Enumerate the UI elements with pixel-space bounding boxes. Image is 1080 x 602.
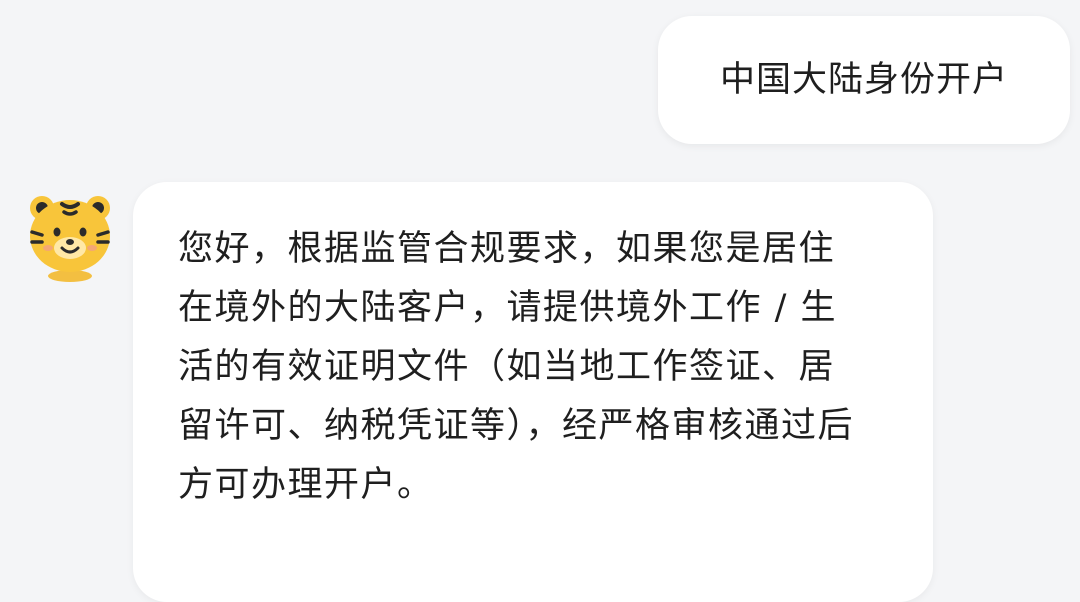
assistant-message-bubble[interactable]: 您好，根据监管合规要求，如果您是居住在境外的大陆客户，请提供境外工作 / 生活的… bbox=[133, 182, 933, 602]
tiger-avatar-graphic bbox=[30, 196, 110, 282]
user-message-text: 中国大陆身份开户 bbox=[719, 59, 1008, 100]
tiger-mascot-icon bbox=[22, 188, 118, 284]
chat-thread: 中国大陆身份开户 您好，根据监管合规要求，如果您是居住在境外的大陆客户，请提供境… bbox=[0, 0, 1080, 602]
assistant-message-text: 您好，根据监管合规要求，如果您是居住在境外的大陆客户，请提供境外工作 / 生活的… bbox=[178, 229, 855, 505]
user-message-bubble[interactable]: 中国大陆身份开户 bbox=[658, 16, 1070, 144]
